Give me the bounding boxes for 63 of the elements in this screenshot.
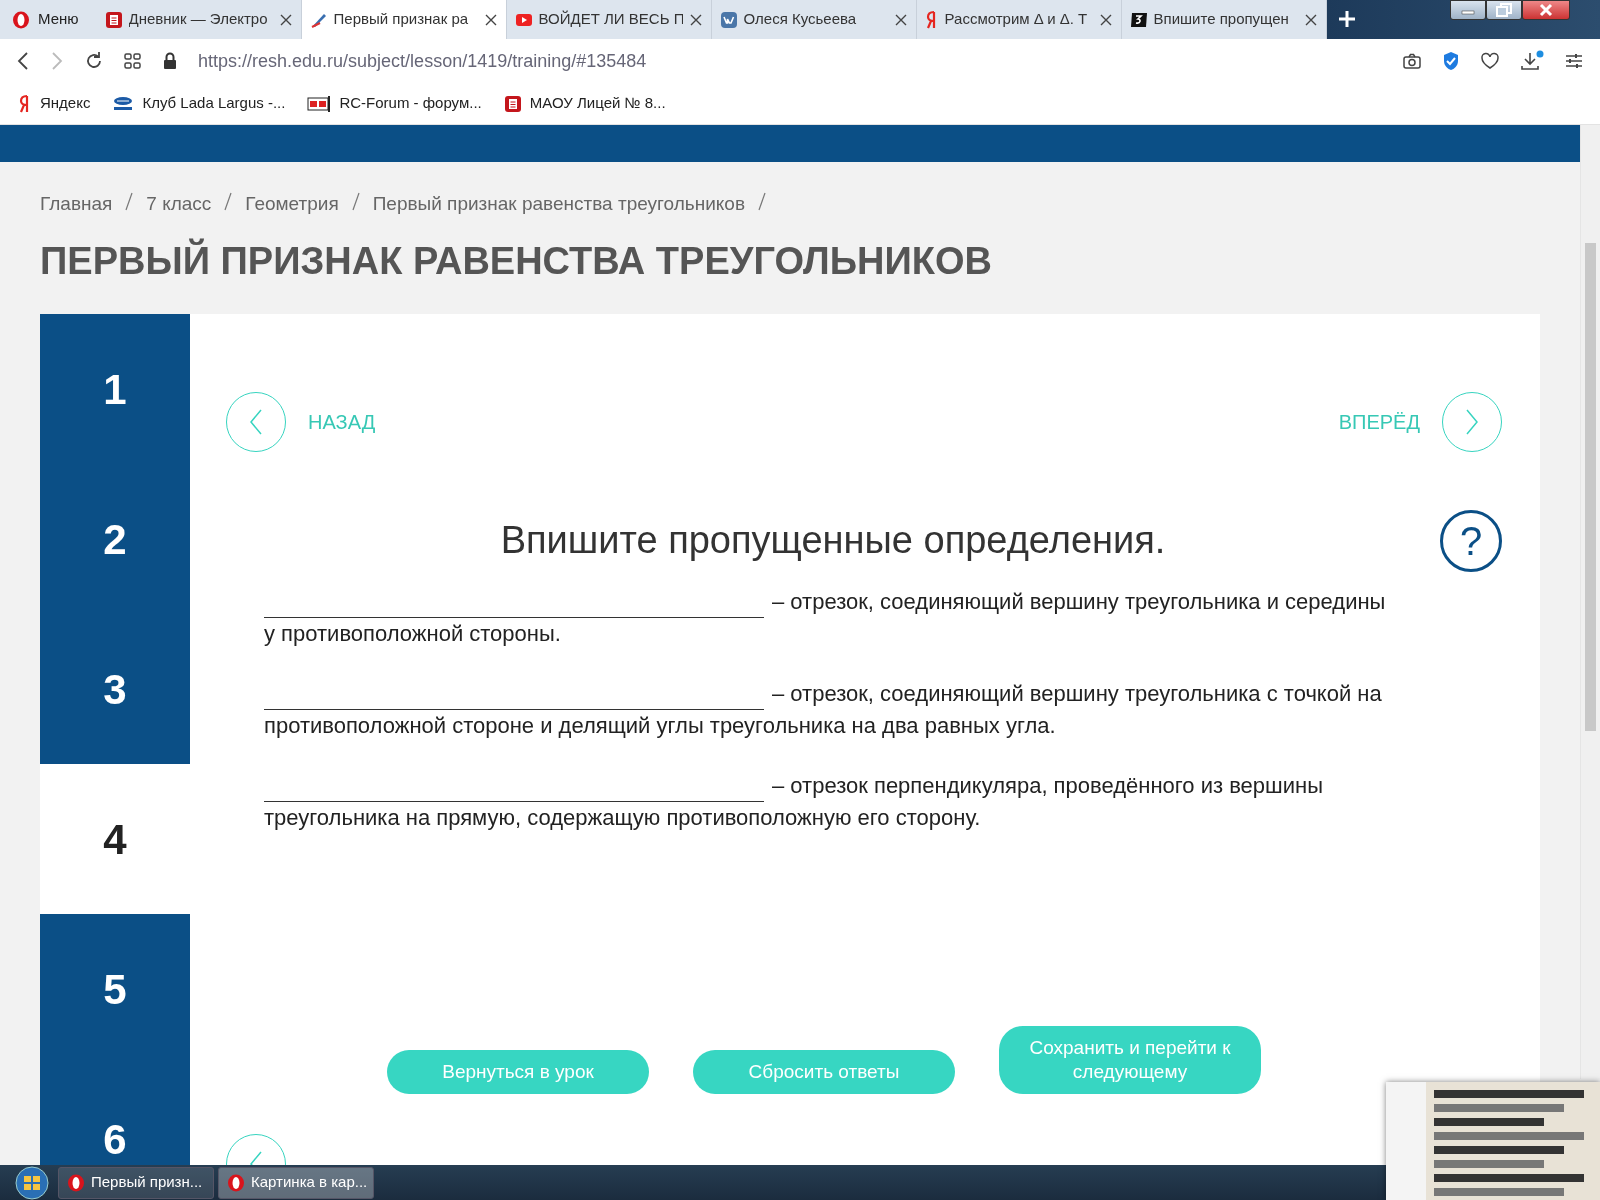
- close-icon: [1538, 3, 1554, 17]
- definition-text: – отрезок, соединяющий вершину треугольника с точкой на: [772, 680, 1382, 709]
- lock-icon: [162, 52, 178, 70]
- browser-logo-icon[interactable]: [227, 1173, 245, 1192]
- page-title: ПЕРВЫЙ ПРИЗНАК РАВЕНСТВА ТРЕУГОЛЬНИКОВ: [39, 237, 993, 284]
- restore-icon: [1496, 3, 1512, 17]
- separator-icon: [350, 190, 361, 212]
- chevron-left-icon: [249, 408, 263, 437]
- breadcrumb-link[interactable]: Главная: [40, 190, 113, 219]
- bookmark-link[interactable]: Клуб Lada Largus -...: [142, 92, 286, 115]
- question-title: Впишите пропущенные определения.: [499, 518, 1167, 564]
- document-icon: [104, 10, 123, 29]
- browser-logo-icon[interactable]: [67, 1173, 85, 1192]
- definition-text: у противоположной стороны.: [264, 620, 561, 649]
- bookmark-link[interactable]: Яндекс: [40, 92, 91, 115]
- chevron-right-icon: [1465, 408, 1479, 437]
- document-icon: [503, 94, 522, 113]
- address-field[interactable]: https://resh.edu.ru/subject/lesson/1419/training/#135484: [198, 47, 1382, 75]
- definition-text: треугольника на прямую, содержащую противоположную его сторону.: [264, 804, 981, 833]
- download-icon[interactable]: [1520, 50, 1544, 72]
- breadcrumb-link[interactable]: Геометрия: [245, 190, 339, 219]
- number-icon: [1129, 10, 1148, 29]
- settings-icon[interactable]: [1564, 52, 1584, 70]
- definition-text: – отрезок, соединяющий вершину треугольника и середины: [772, 588, 1386, 617]
- definition-text: – отрезок перпендикуляра, проведённого из вершины: [772, 772, 1323, 801]
- shield-icon[interactable]: [1442, 51, 1460, 71]
- forum-logo-icon: [307, 94, 332, 113]
- step-tab[interactable]: 6: [40, 1064, 190, 1165]
- minimize-button[interactable]: [1450, 0, 1486, 20]
- separator-icon: [757, 190, 767, 212]
- camera-icon[interactable]: [1402, 52, 1422, 70]
- breadcrumb-link[interactable]: Первый признак равенства треугольников: [372, 190, 745, 219]
- close-window-button[interactable]: [1522, 0, 1570, 20]
- help-button[interactable]: ?: [1440, 510, 1502, 573]
- browser-logo-icon[interactable]: [12, 10, 30, 29]
- bookmark-link[interactable]: МАОУ Лицей № 8...: [529, 92, 666, 115]
- close-icon[interactable]: [893, 12, 908, 27]
- reload-icon[interactable]: [84, 51, 104, 71]
- restore-button[interactable]: [1486, 0, 1522, 20]
- vk-icon: [719, 10, 738, 29]
- car-logo-icon: [112, 94, 135, 113]
- taskbar-button[interactable]: Первый призн...: [58, 1166, 214, 1199]
- separator-icon: [223, 190, 234, 212]
- step-tab[interactable]: 3: [40, 614, 190, 765]
- close-icon[interactable]: [278, 12, 293, 27]
- close-icon[interactable]: [688, 12, 703, 27]
- close-icon[interactable]: [1098, 12, 1113, 27]
- scroll-thumb[interactable]: [1585, 243, 1596, 731]
- grid-icon[interactable]: [124, 52, 142, 70]
- menu-button[interactable]: Меню: [0, 0, 97, 39]
- step-tab[interactable]: 2: [40, 464, 190, 615]
- step-tab[interactable]: 1: [40, 314, 190, 465]
- separator-icon: [124, 190, 135, 212]
- taskbar-button[interactable]: Картинка в кар...: [218, 1166, 374, 1199]
- back-icon[interactable]: [16, 51, 30, 71]
- definition-text: противоположной стороне и делящий углы треугольника на два равных угла.: [264, 712, 1056, 741]
- close-icon[interactable]: [483, 12, 498, 27]
- heart-icon[interactable]: [1480, 52, 1500, 70]
- breadcrumb-link[interactable]: 7 класс: [146, 190, 212, 219]
- step-tab[interactable]: 5: [40, 914, 190, 1065]
- browser-tab[interactable]: Первый признак ра: [301, 0, 507, 39]
- bookmark-link[interactable]: RC-Forum - форум...: [339, 92, 482, 115]
- close-icon[interactable]: [1303, 12, 1318, 27]
